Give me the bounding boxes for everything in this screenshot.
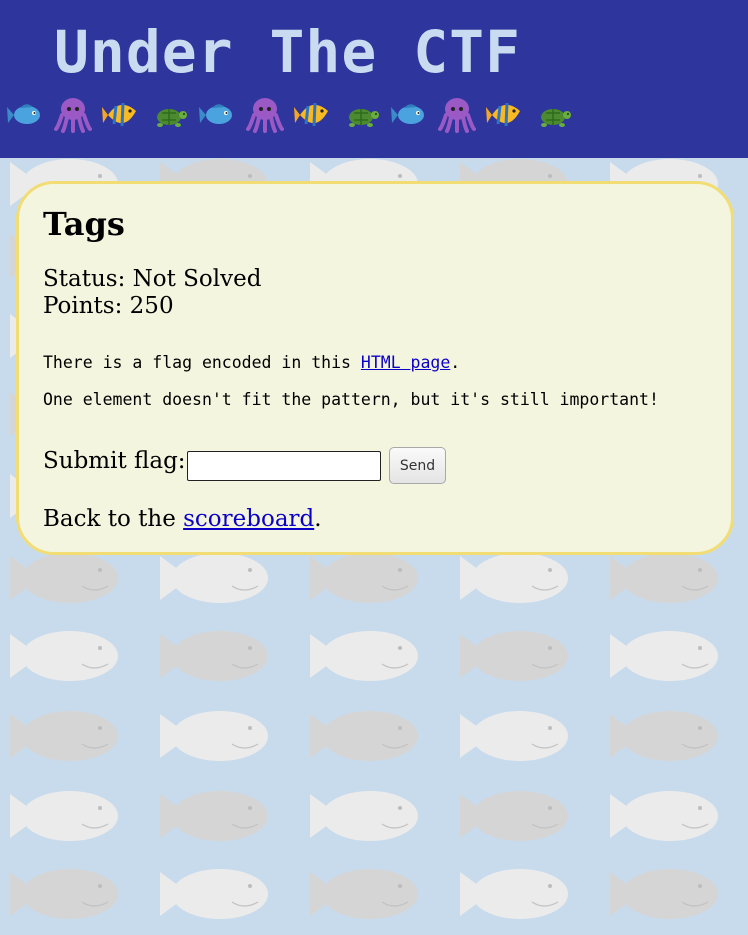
- status-label: Status:: [43, 266, 126, 292]
- turtle-icon: [157, 109, 187, 127]
- flag-input[interactable]: [187, 451, 381, 481]
- challenge-description: There is a flag encoded in this HTML pag…: [43, 353, 460, 373]
- submit-flag-label: Submit flag:: [43, 448, 186, 474]
- background-fish-icon: [460, 791, 568, 841]
- background-fish-icon: [160, 631, 268, 681]
- points-line: Points: 250: [43, 293, 174, 321]
- background-fish-icon: [310, 869, 418, 919]
- background-fish-icon: [10, 791, 118, 841]
- octopus-icon: [438, 98, 476, 133]
- background-fish-icon: [610, 553, 718, 603]
- description-suffix: .: [450, 353, 461, 372]
- fish-icon: [199, 104, 232, 124]
- background-fish-icon: [310, 553, 418, 603]
- html-page-link[interactable]: HTML page: [361, 353, 450, 372]
- background-fish-icon: [310, 631, 418, 681]
- background-fish-icon: [610, 711, 718, 761]
- back-prefix: Back to the: [43, 506, 184, 532]
- tropical-fish-icon: [486, 102, 520, 127]
- background-fish-icon: [610, 631, 718, 681]
- challenge-card: Tags Status: Not Solved Points: 250 Ther…: [16, 181, 734, 555]
- status-line: Status: Not Solved: [43, 266, 261, 294]
- background-fish-icon: [160, 711, 268, 761]
- background-fish-icon: [460, 553, 568, 603]
- points-label: Points:: [43, 293, 123, 319]
- points-value: 250: [129, 293, 174, 319]
- background-fish-icon: [10, 711, 118, 761]
- site-title: Under The CTF: [54, 18, 521, 86]
- emoji-row: [6, 95, 606, 135]
- background-fish-icon: [310, 791, 418, 841]
- scoreboard-link[interactable]: scoreboard: [183, 506, 314, 532]
- turtle-icon: [541, 109, 571, 127]
- turtle-icon: [349, 109, 379, 127]
- challenge-hint: One element doesn't fit the pattern, but…: [43, 390, 659, 409]
- background-fish-icon: [10, 553, 118, 603]
- background-fish-icon: [610, 791, 718, 841]
- back-line: Back to the scoreboard.: [43, 506, 322, 534]
- description-prefix: There is a flag encoded in this: [43, 353, 361, 372]
- background-fish-icon: [160, 869, 268, 919]
- site-header: Under The CTF: [0, 0, 748, 158]
- challenge-title: Tags: [43, 205, 125, 243]
- tropical-fish-icon: [102, 102, 136, 127]
- tropical-fish-icon: [294, 102, 328, 127]
- status-value: Not Solved: [132, 266, 262, 292]
- background-fish-icon: [460, 711, 568, 761]
- send-button[interactable]: Send: [389, 447, 446, 484]
- fish-icon: [391, 104, 424, 124]
- background-fish-icon: [610, 869, 718, 919]
- background-fish-icon: [460, 631, 568, 681]
- background-fish-icon: [460, 869, 568, 919]
- background-fish-icon: [160, 791, 268, 841]
- back-suffix: .: [314, 506, 322, 532]
- background-fish-icon: [10, 631, 118, 681]
- octopus-icon: [246, 98, 284, 133]
- background-fish-icon: [160, 553, 268, 603]
- background-fish-icon: [10, 869, 118, 919]
- background-fish-icon: [310, 711, 418, 761]
- fish-icon: [7, 104, 40, 124]
- octopus-icon: [54, 98, 92, 133]
